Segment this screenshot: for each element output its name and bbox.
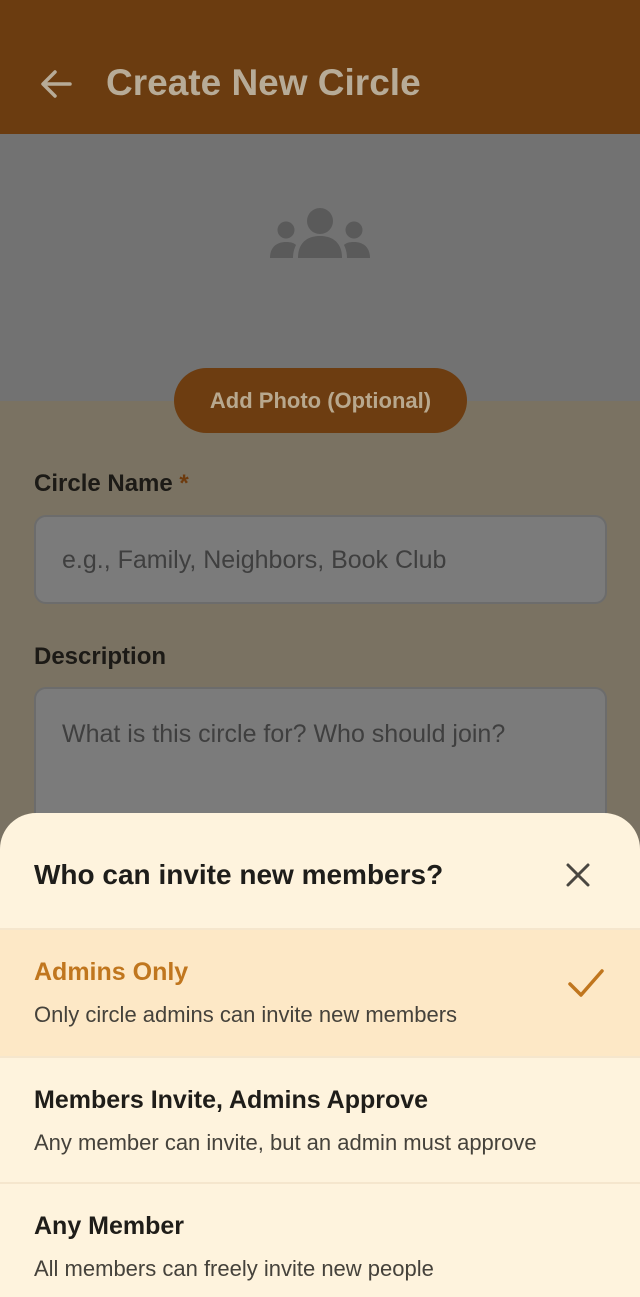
option-description: All members can freely invite new people [34, 1256, 434, 1281]
option-title: Any Member [34, 1212, 185, 1240]
page-title: Create New Circle [106, 62, 421, 103]
circle-name-input[interactable]: e.g., Family, Neighbors, Book Club [34, 515, 607, 604]
option-description: Any member can invite, but an admin must… [34, 1130, 537, 1155]
arrow-left-icon [41, 70, 72, 98]
circle-name-label-text: Circle Name [34, 470, 173, 497]
cover-photo-area[interactable] [0, 134, 640, 401]
option-title: Admins Only [34, 958, 189, 986]
option-title: Members Invite, Admins Approve [34, 1086, 429, 1114]
close-button[interactable] [554, 851, 602, 899]
close-icon [566, 863, 590, 887]
invite-permission-sheet: Who can invite new members? Admins Only … [0, 813, 640, 1297]
circle-name-label: Circle Name * [34, 470, 189, 498]
option-members-invite-admins-approve[interactable]: Members Invite, Admins Approve Any membe… [0, 1058, 640, 1184]
option-admins-only[interactable]: Admins Only Only circle admins can invit… [0, 930, 640, 1056]
description-placeholder: What is this circle for? Who should join… [62, 720, 506, 748]
option-any-member[interactable]: Any Member All members can freely invite… [0, 1184, 640, 1297]
app-bar: Create New Circle [0, 0, 640, 134]
required-marker: * [179, 470, 189, 497]
sheet-title: Who can invite new members? [34, 859, 444, 890]
description-label: Description [34, 643, 167, 670]
back-button[interactable] [34, 62, 78, 106]
checkmark-icon [568, 969, 604, 997]
group-icon [270, 208, 370, 258]
option-description: Only circle admins can invite new member… [34, 1002, 458, 1027]
circle-name-placeholder: e.g., Family, Neighbors, Book Club [62, 546, 447, 574]
add-photo-button[interactable]: Add Photo (Optional) [174, 368, 467, 433]
